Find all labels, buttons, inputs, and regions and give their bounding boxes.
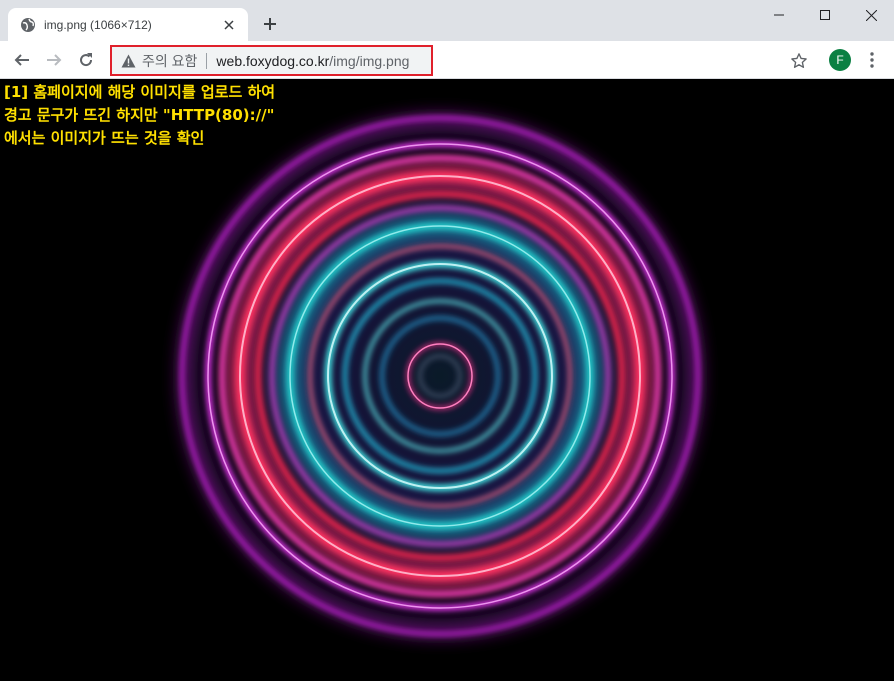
new-tab-button[interactable] — [258, 12, 282, 36]
forward-arrow-icon[interactable] — [40, 46, 68, 74]
warning-icon[interactable] — [120, 53, 136, 69]
note-line: 경고 문구가 뜨긴 하지만 "HTTP(80)://" — [4, 106, 275, 124]
back-arrow-icon[interactable] — [8, 46, 36, 74]
tab-strip: img.png (1066×712) — [0, 0, 894, 41]
browser-tab[interactable]: img.png (1066×712) — [8, 8, 248, 41]
close-icon[interactable] — [848, 0, 894, 30]
globe-icon — [20, 17, 36, 33]
address-bar[interactable]: 주의 요함 web.foxydog.co.kr/img/img.png — [110, 45, 433, 76]
annotation-note: [1] 홈페이지에 해당 이미지를 업로드 하여 경고 문구가 뜨긴 하지만 "… — [4, 81, 275, 150]
neon-rings-image — [178, 114, 702, 638]
url-path: /img/img.png — [329, 52, 410, 69]
note-line: [1] 홈페이지에 해당 이미지를 업로드 하여 — [4, 83, 276, 101]
reload-icon[interactable] — [72, 46, 100, 74]
maximize-icon[interactable] — [802, 0, 848, 30]
tab-title: img.png (1066×712) — [44, 17, 152, 32]
bookmark-star-icon[interactable] — [788, 50, 810, 72]
tab-close-icon[interactable] — [220, 16, 238, 34]
kebab-menu-icon[interactable] — [862, 49, 882, 71]
url-text[interactable]: web.foxydog.co.kr/img/img.png — [216, 53, 409, 69]
minimize-icon[interactable] — [756, 0, 802, 30]
security-status-label[interactable]: 주의 요함 — [142, 51, 197, 71]
browser-toolbar: 주의 요함 web.foxydog.co.kr/img/img.png F — [0, 41, 894, 79]
address-separator — [206, 52, 208, 69]
profile-avatar[interactable]: F — [829, 49, 851, 71]
url-host: web.foxydog.co.kr — [216, 52, 330, 69]
page-content: [1] 홈페이지에 해당 이미지를 업로드 하여 경고 문구가 뜨긴 하지만 "… — [0, 79, 894, 681]
note-line: 에서는 이미지가 뜨는 것을 확인 — [4, 129, 205, 147]
